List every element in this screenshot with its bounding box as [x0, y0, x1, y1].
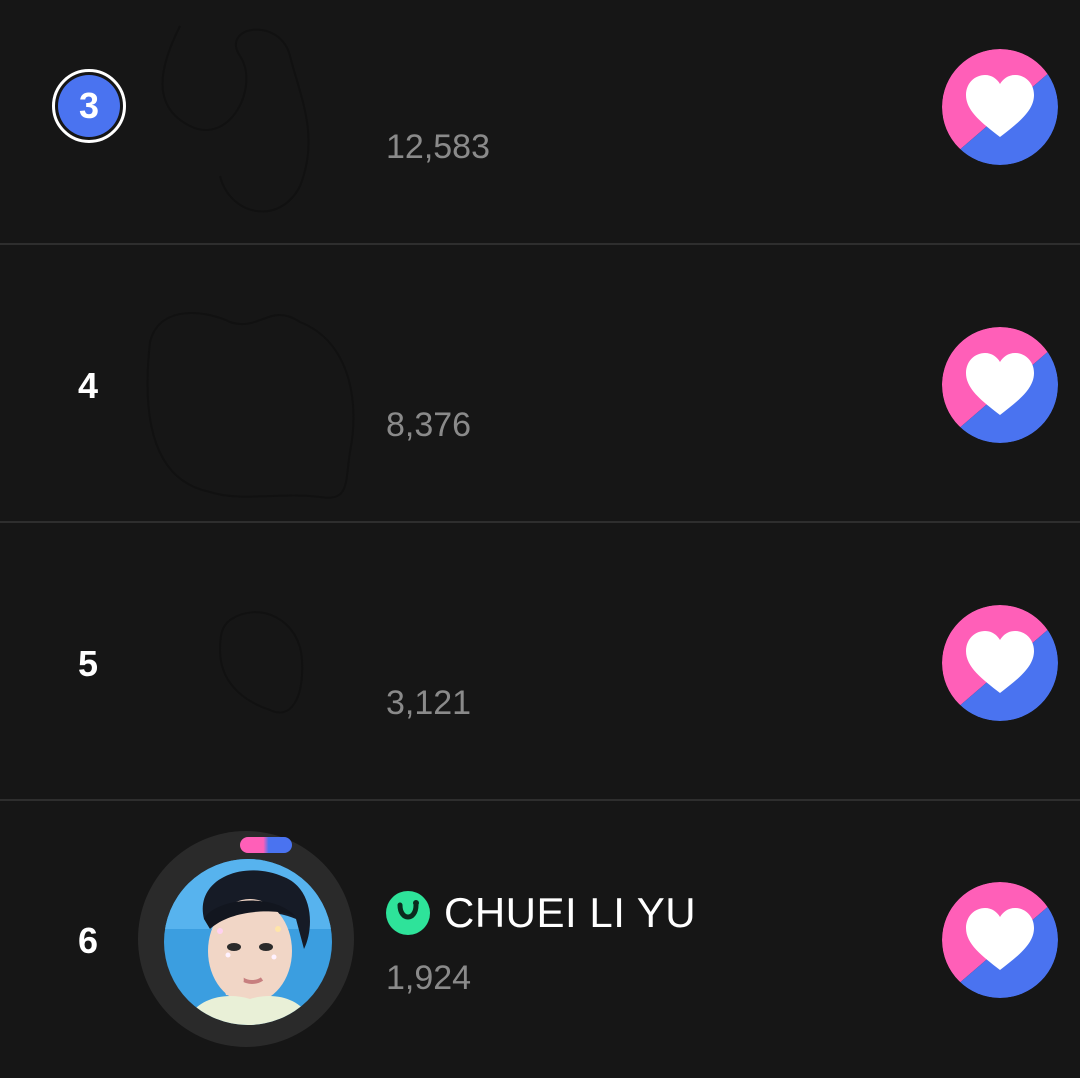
avatar-photo — [164, 859, 332, 1025]
vote-heart-button[interactable] — [942, 327, 1058, 443]
ranking-list: 3 12,583 4 8,376 5 3,121 6 CHUEI LI YU 1… — [0, 0, 1080, 1055]
ranking-row[interactable]: 5 3,121 — [0, 524, 1080, 801]
vote-heart-button[interactable] — [942, 882, 1058, 998]
ranking-row[interactable]: 6 CHUEI LI YU 1,924 — [0, 801, 1080, 1078]
artist-name: CHUEI LI YU — [444, 889, 697, 936]
heart-icon — [942, 327, 1058, 443]
vote-count: 1,924 — [386, 959, 472, 997]
portrait-image — [164, 859, 332, 1025]
rank-number: 3 — [58, 75, 120, 137]
vote-count: 12,583 — [386, 128, 490, 166]
vote-heart-button[interactable] — [942, 49, 1058, 165]
avatar-placeholder — [161, 25, 310, 213]
avatar-tag — [240, 837, 292, 853]
rank-badge: 3 — [52, 69, 126, 143]
name-row: CHUEI LI YU — [386, 889, 696, 937]
avatar[interactable] — [138, 831, 354, 1047]
rank-number: 4 — [77, 365, 99, 406]
verified-badge-icon — [386, 891, 430, 935]
avatar-placeholder — [146, 312, 355, 499]
heart-icon — [942, 605, 1058, 721]
ranking-row[interactable]: 3 12,583 — [0, 0, 1080, 245]
vote-count: 8,376 — [386, 406, 472, 444]
vote-heart-button[interactable] — [942, 605, 1058, 721]
vote-count: 3,121 — [386, 684, 472, 722]
heart-icon — [942, 882, 1058, 998]
heart-icon — [942, 49, 1058, 165]
rank-number: 5 — [77, 643, 99, 684]
ranking-row[interactable]: 4 8,376 — [0, 246, 1080, 523]
rank-number: 6 — [77, 920, 99, 961]
avatar-placeholder — [218, 611, 304, 714]
